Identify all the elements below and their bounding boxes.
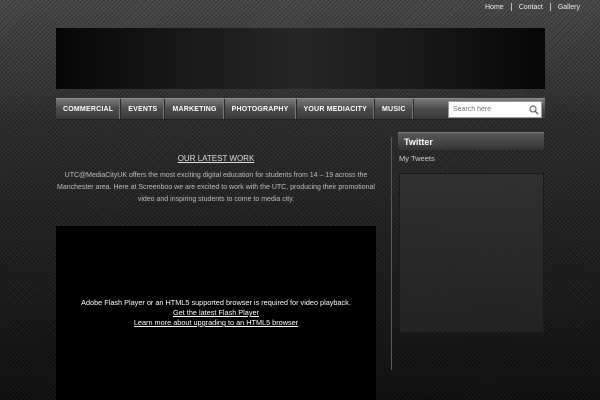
- twitter-feed[interactable]: [399, 173, 544, 333]
- gallery-link[interactable]: Gallery: [551, 4, 587, 11]
- top-nav: Home Contact Gallery: [478, 3, 587, 11]
- header-banner: [56, 28, 545, 89]
- nav-item-photography[interactable]: PHOTOGRAPHY: [225, 99, 297, 119]
- video-player[interactable]: Adobe Flash Player or an HTML5 supported…: [56, 226, 376, 400]
- twitter-widget-title: Twitter: [398, 132, 544, 150]
- search-icon[interactable]: [527, 103, 541, 117]
- home-link[interactable]: Home: [478, 4, 511, 11]
- nav-item-your-mediacity[interactable]: YOUR MEDIACITY: [297, 99, 376, 119]
- nav-item-marketing[interactable]: MARKETING: [165, 99, 225, 119]
- main-nav: COMMERCIAL EVENTS MARKETING PHOTOGRAPHY …: [56, 98, 545, 120]
- video-message: Adobe Flash Player or an HTML5 supported…: [81, 298, 351, 307]
- latest-work-heading[interactable]: OUR LATEST WORK: [56, 154, 376, 163]
- search-input[interactable]: [449, 106, 527, 113]
- latest-work-text: UTC@MediaCityUK offers the most exciting…: [57, 172, 375, 203]
- flash-player-link[interactable]: Get the latest Flash Player: [173, 308, 259, 318]
- contact-link[interactable]: Contact: [512, 4, 550, 11]
- nav-item-events[interactable]: EVENTS: [121, 99, 166, 119]
- html5-upgrade-link[interactable]: Learn more about upgrading to an HTML5 b…: [134, 318, 298, 328]
- nav-item-commercial[interactable]: COMMERCIAL: [56, 99, 122, 119]
- nav-item-music[interactable]: MUSIC: [375, 99, 414, 119]
- column-divider: [391, 137, 392, 370]
- search-box: [448, 101, 542, 118]
- my-tweets-link[interactable]: My Tweets: [399, 154, 435, 163]
